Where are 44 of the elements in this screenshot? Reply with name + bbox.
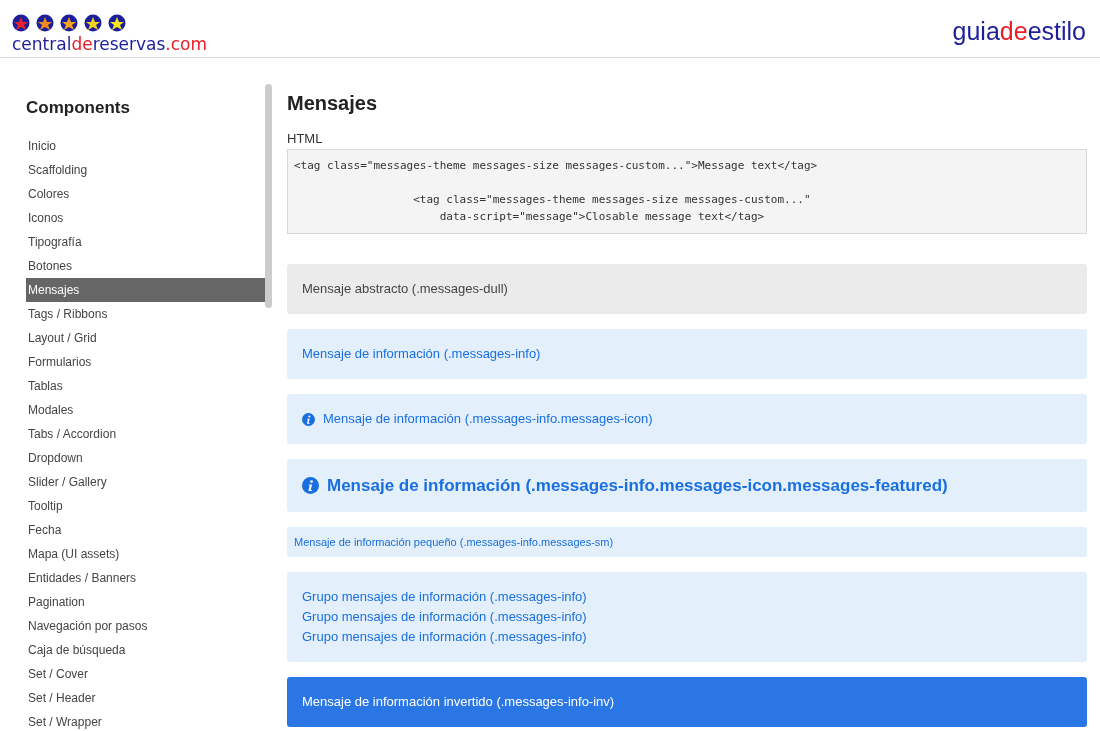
sidebar-item[interactable]: Entidades / Banners bbox=[26, 566, 265, 590]
sidebar-item[interactable]: Tooltip bbox=[26, 494, 265, 518]
sidebar-item[interactable]: Tags / Ribbons bbox=[26, 302, 265, 326]
message-text: Grupo mensajes de información (.messages-info) bbox=[302, 588, 587, 606]
sidebar-item[interactable]: Set / Header bbox=[26, 686, 265, 710]
sidebar-item[interactable]: Set / Cover bbox=[26, 662, 265, 686]
sidebar-item[interactable]: Tabs / Accordion bbox=[26, 422, 265, 446]
sidebar-item[interactable]: Mensajes bbox=[26, 278, 265, 302]
sidebar-item[interactable]: Tablas bbox=[26, 374, 265, 398]
sidebar-item[interactable]: Fecha bbox=[26, 518, 265, 542]
brand-logo-text[interactable]: guiadeestilo bbox=[952, 17, 1086, 46]
message-text: Mensaje de información invertido (.messages-info-inv) bbox=[302, 693, 615, 711]
sidebar-item[interactable]: Mapa (UI assets) bbox=[26, 542, 265, 566]
sidebar-item[interactable]: Slider / Gallery bbox=[26, 470, 265, 494]
message-text: Grupo mensajes de información (.messages-info) bbox=[302, 608, 587, 626]
code-label: HTML bbox=[287, 131, 324, 146]
sidebar-item[interactable]: Set / Wrapper bbox=[26, 710, 265, 731]
sidebar-item[interactable]: Iconos bbox=[26, 206, 265, 230]
sidebar-item[interactable]: Navegación por pasos bbox=[26, 614, 265, 638]
message-text: Grupo mensajes de información (.messages-info) bbox=[302, 628, 587, 646]
scrollbar[interactable] bbox=[265, 84, 272, 308]
message-text: Mensaje abstracto (.messages-dull) bbox=[302, 280, 508, 298]
sidebar-item[interactable]: Colores bbox=[26, 182, 265, 206]
sidebar-item[interactable]: Scaffolding bbox=[26, 158, 265, 182]
logo-balls-icon bbox=[12, 13, 128, 33]
sidebar-item[interactable]: Tipografía bbox=[26, 230, 265, 254]
sidebar-title: Components bbox=[26, 98, 131, 118]
message-text: Mensaje de información (.messages-info) bbox=[302, 345, 541, 363]
code-block: <tag class="messages-theme messages-size messages-custom...">Message text</tag> <tag class="messages-theme messages-size messages-custom..." data-script="message">Closable message text</tag> bbox=[287, 149, 1087, 234]
info-icon bbox=[302, 412, 315, 426]
sidebar-item[interactable]: Inicio bbox=[26, 134, 265, 158]
message-text: Mensaje de información (.messages-info.messages-icon) bbox=[323, 410, 653, 428]
info-icon bbox=[302, 477, 319, 494]
sidebar-item[interactable]: Pagination bbox=[26, 590, 265, 614]
sidebar-item[interactable]: Modales bbox=[26, 398, 265, 422]
sidebar-item[interactable]: Caja de búsqueda bbox=[26, 638, 265, 662]
sidebar-item[interactable]: Botones bbox=[26, 254, 265, 278]
sidebar-item[interactable]: Formularios bbox=[26, 350, 265, 374]
sidebar-item[interactable]: Layout / Grid bbox=[26, 326, 265, 350]
logo-text[interactable]: centraldereservas.com bbox=[12, 34, 208, 54]
page-title: Mensajes bbox=[287, 92, 379, 115]
message-text: Mensaje de información (.messages-info.messages-icon.messages-featured) bbox=[327, 475, 948, 496]
sidebar-item[interactable]: Dropdown bbox=[26, 446, 265, 470]
message-text: Mensaje de información pequeño (.messages-info.messages-sm) bbox=[294, 535, 614, 550]
